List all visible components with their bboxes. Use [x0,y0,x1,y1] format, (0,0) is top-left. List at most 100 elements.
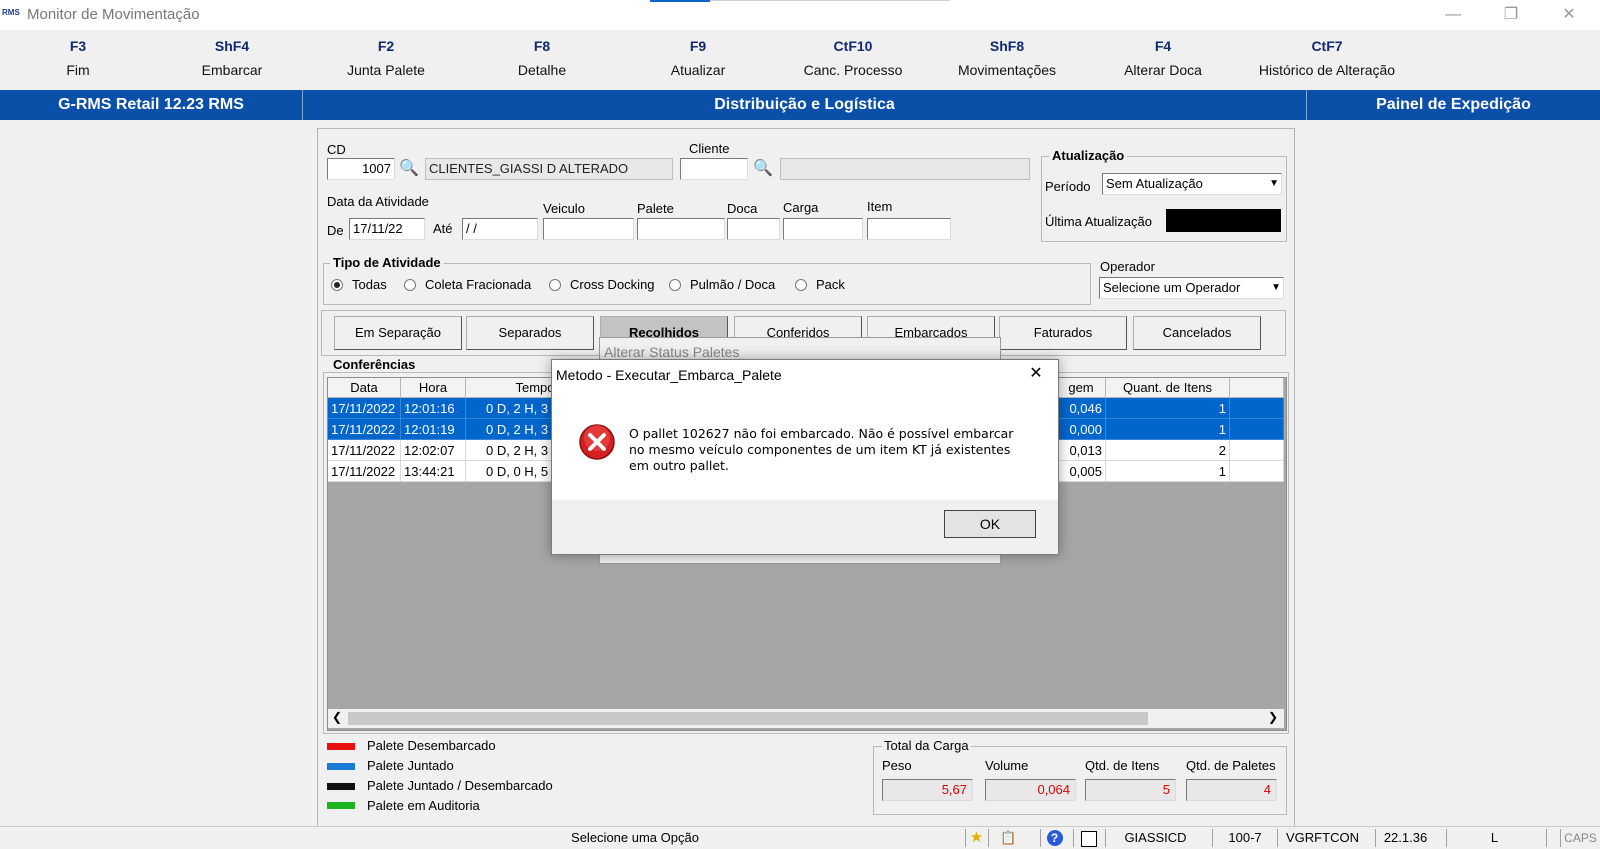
star-icon[interactable]: ★ [965,829,987,847]
legend-swatch-black [327,783,355,790]
cell-data: 17/11/2022 [328,419,401,440]
scroll-left-icon[interactable]: ❮ [332,710,342,724]
radio-label: Coleta Fracionada [425,277,532,292]
status-version: 22.1.36 [1375,829,1435,847]
fkey-code: ShF8 [989,38,1025,54]
dialog-message: O pallet 102627 não foi embarcado. Não é… [629,426,1013,474]
scroll-thumb[interactable] [348,712,1148,725]
radio-indicator [549,279,561,291]
col-data[interactable]: Data [328,378,401,398]
fkey-historico-alteracao[interactable]: CtF7 Histórico de Alteração [1242,36,1412,80]
tipo-atividade-title: Tipo de Atividade [330,255,444,270]
cell-blank [1230,461,1284,482]
fkey-alterar-doca[interactable]: F4 Alterar Doca [1088,36,1238,80]
col-hora[interactable]: Hora [401,378,466,398]
tab-cancelados[interactable]: Cancelados [1133,316,1261,350]
total-carga-title: Total da Carga [882,738,971,753]
fkey-code: CtF10 [833,38,873,54]
doca-input[interactable] [727,218,780,240]
conferencias-title: Conferências [330,357,419,372]
status-message: Selecione uma Opção [571,830,699,845]
cliente-input[interactable] [680,158,748,180]
scroll-right-icon[interactable]: ❯ [1268,710,1278,724]
legend-label: Palete Desembarcado [367,738,496,753]
error-dialog: Metodo - Executar_Embarca_Palete ✕ O pal… [551,359,1059,555]
data-atividade-label: Data da Atividade [327,194,429,209]
data-de-input[interactable]: 17/11/22 [349,218,425,240]
carga-input[interactable] [783,218,863,240]
cd-search-icon[interactable]: 🔍 [398,158,420,180]
restore-button[interactable]: ❐ [1496,3,1526,27]
fkey-label: Atualizar [670,62,726,78]
fkey-fim[interactable]: F3 Fim [3,36,153,80]
palete-label: Palete [637,201,674,216]
legend-swatch-red [327,743,355,750]
title-bar [0,0,1600,30]
palete-input[interactable] [637,218,725,240]
item-input[interactable] [867,218,951,240]
periodo-value: Sem Atualização [1106,176,1203,191]
cd-input[interactable]: 1007 [327,158,395,180]
cell-data: 17/11/2022 [328,440,401,461]
status-spacer [1546,829,1558,847]
user-help-icon[interactable]: 📋 [988,829,1028,847]
cd-label: CD [327,142,346,157]
veiculo-input[interactable] [543,218,634,240]
fkey-embarcar[interactable]: ShF4 Embarcar [157,36,307,80]
radio-indicator [404,279,416,291]
tab-separados[interactable]: Separados [466,316,594,350]
fkey-label: Fim [66,62,90,78]
cell-gem: 0,046 [1057,398,1106,419]
fkey-code: F2 [377,38,395,54]
dialog-message-line: no mesmo veículo componentes de um item … [629,442,1011,457]
tab-em-separacao[interactable]: Em Separação [334,316,462,350]
alterar-status-title: Alterar Status Paletes [604,344,740,360]
ultima-atualizacao-field [1166,209,1281,232]
fkey-detalhe[interactable]: F8 Detalhe [467,36,617,80]
horizontal-scrollbar[interactable]: ❮ ❯ [328,709,1284,728]
ok-button[interactable]: OK [944,510,1036,538]
qtd-itens-value: 5 [1085,779,1176,801]
col-gem[interactable]: gem [1057,378,1106,398]
fkey-movimentacoes[interactable]: ShF8 Movimentações [932,36,1082,80]
fkey-code: ShF4 [214,38,250,54]
header-product: G-RMS Retail 12.23 RMS [58,96,244,113]
fkey-atualizar[interactable]: F9 Atualizar [623,36,773,80]
operador-select[interactable]: Selecione um Operador ▼ [1099,277,1284,299]
cell-data: 17/11/2022 [328,398,401,419]
periodo-select[interactable]: Sem Atualização ▼ [1102,173,1282,195]
cell-qtd: 1 [1106,461,1230,482]
close-icon[interactable]: ✕ [1022,362,1050,386]
cell-hora: 12:01:16 [401,398,466,419]
carga-label: Carga [783,200,819,215]
data-ate-input[interactable]: / / [462,218,538,240]
radio-label: Pulmão / Doca [690,277,776,292]
fkey-canc-processo[interactable]: CtF10 Canc. Processo [778,36,928,80]
dialog-message-line: em outro pallet. [629,458,729,473]
window-icon[interactable] [1073,829,1103,847]
cell-gem: 0,013 [1057,440,1106,461]
radio-indicator [331,279,343,291]
fkey-label: Detalhe [517,62,567,78]
cliente-search-icon[interactable]: 🔍 [752,158,774,180]
cell-data: 17/11/2022 [328,461,401,482]
cell-hora: 13:44:21 [401,461,466,482]
tab-faturados[interactable]: Faturados [999,316,1127,350]
cell-hora: 12:01:19 [401,419,466,440]
cd-name-field: CLIENTES_GIASSI D ALTERADO [425,158,673,180]
chevron-down-icon: ▼ [1269,178,1279,189]
help-icon[interactable]: ? [1040,829,1068,847]
chevron-down-icon: ▼ [1271,282,1281,293]
col-quant-itens[interactable]: Quant. de Itens [1106,378,1230,398]
status-user: GIASSICD [1105,829,1205,847]
fkey-junta-palete[interactable]: F2 Junta Palete [311,36,461,80]
dialog-title: Metodo - Executar_Embarca_Palete [556,367,782,383]
minimize-button[interactable]: — [1438,3,1468,27]
cell-blank [1230,398,1284,419]
close-window-button[interactable]: ✕ [1554,3,1584,27]
radio-label: Cross Docking [570,277,655,292]
legend-label: Palete Juntado [367,758,454,773]
fkey-label: Alterar Doca [1124,62,1202,78]
fkey-label: Movimentações [957,62,1057,78]
cell-blank [1230,440,1284,461]
